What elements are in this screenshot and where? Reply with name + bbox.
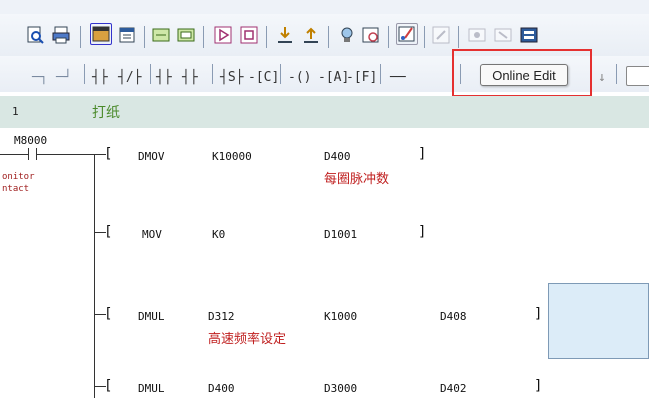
row1-operand2-comment: 每圈脉冲数	[324, 172, 390, 187]
row1-operand1[interactable]: K10000	[212, 150, 252, 163]
row1-bracket-close: ]	[418, 146, 427, 162]
monitor-write-icon[interactable]	[396, 23, 418, 45]
device-monitor-icon[interactable]	[360, 24, 382, 46]
register-icon[interactable]	[518, 24, 540, 46]
row4-instruction[interactable]: DMUL	[138, 382, 165, 395]
contact-comment-1: onitor	[2, 172, 35, 182]
row1-operand2[interactable]: D400	[324, 150, 351, 163]
row1-instruction[interactable]: DMOV	[138, 150, 165, 163]
rung-comment: 打纸	[92, 105, 120, 121]
print-icon[interactable]	[50, 24, 72, 46]
highlight-box	[452, 49, 592, 97]
horizontal-rule-icon[interactable]: ──	[390, 70, 406, 86]
row1-bracket-open: [	[104, 146, 113, 162]
pulse-contact-icon[interactable]: ┤S├	[220, 70, 243, 86]
parallel-no-contact-icon[interactable]: ┤├	[156, 70, 172, 86]
edit-pencil-icon[interactable]	[430, 24, 452, 46]
list-view-icon[interactable]	[116, 24, 138, 46]
nc-contact-icon[interactable]: ┤/├	[118, 70, 141, 86]
rung-header: 1 打纸	[0, 96, 649, 128]
row3-bracket-open: [	[104, 306, 113, 322]
row3-instruction[interactable]: DMUL	[138, 310, 165, 323]
contact-comment-2: ntact	[2, 184, 30, 194]
run-icon[interactable]	[212, 24, 234, 46]
title-strip	[0, 0, 649, 14]
remove-icon[interactable]	[492, 24, 514, 46]
horizontal-line-icon[interactable]: ─┐	[32, 70, 48, 86]
print-preview-icon[interactable]	[24, 24, 46, 46]
vertical-line-icon[interactable]: ─┘	[56, 70, 72, 86]
sfc-view-icon[interactable]	[150, 24, 172, 46]
monitor-icon[interactable]	[336, 24, 358, 46]
no-contact-icon[interactable]: ┤├	[92, 70, 108, 86]
row4-bracket-close: ]	[534, 378, 543, 394]
write-to-plc-icon[interactable]	[274, 24, 296, 46]
selection-cursor[interactable]	[548, 283, 649, 359]
row3-operand1[interactable]: D312	[208, 310, 235, 323]
read-from-plc-icon[interactable]	[300, 24, 322, 46]
add-icon[interactable]	[466, 24, 488, 46]
ladder-view-icon[interactable]	[90, 23, 112, 45]
parallel-nc-contact-icon[interactable]: ┤├	[182, 70, 198, 86]
coil-icon[interactable]: -()	[288, 70, 311, 86]
row2-bracket-close: ]	[418, 224, 427, 240]
contact-device[interactable]: M8000	[14, 134, 47, 147]
next-tool-button[interactable]	[626, 66, 649, 86]
down-arrow-icon[interactable]: ↓	[598, 70, 606, 86]
stop-icon[interactable]	[238, 24, 260, 46]
row4-bracket-open: [	[104, 378, 113, 394]
application-instruction-icon[interactable]: -[A]	[318, 70, 349, 86]
row4-operand1[interactable]: D400	[208, 382, 235, 395]
row2-operand2[interactable]: D1001	[324, 228, 357, 241]
row3-bracket-close: ]	[534, 306, 543, 322]
row2-operand1[interactable]: K0	[212, 228, 225, 241]
comparison-contact-icon[interactable]: -[C]	[248, 70, 279, 86]
row2-bracket-open: [	[104, 224, 113, 240]
function-instruction-icon[interactable]: -[F]	[346, 70, 377, 86]
comment-view-icon[interactable]	[175, 24, 197, 46]
rung-number: 1	[12, 105, 19, 118]
row3-operand3[interactable]: D408	[440, 310, 467, 323]
row3-operand2[interactable]: K1000	[324, 310, 357, 323]
row4-operand3[interactable]: D402	[440, 382, 467, 395]
row3-operand1-comment: 高速频率设定	[208, 332, 287, 347]
row4-operand2[interactable]: D3000	[324, 382, 357, 395]
row2-instruction[interactable]: MOV	[142, 228, 162, 241]
